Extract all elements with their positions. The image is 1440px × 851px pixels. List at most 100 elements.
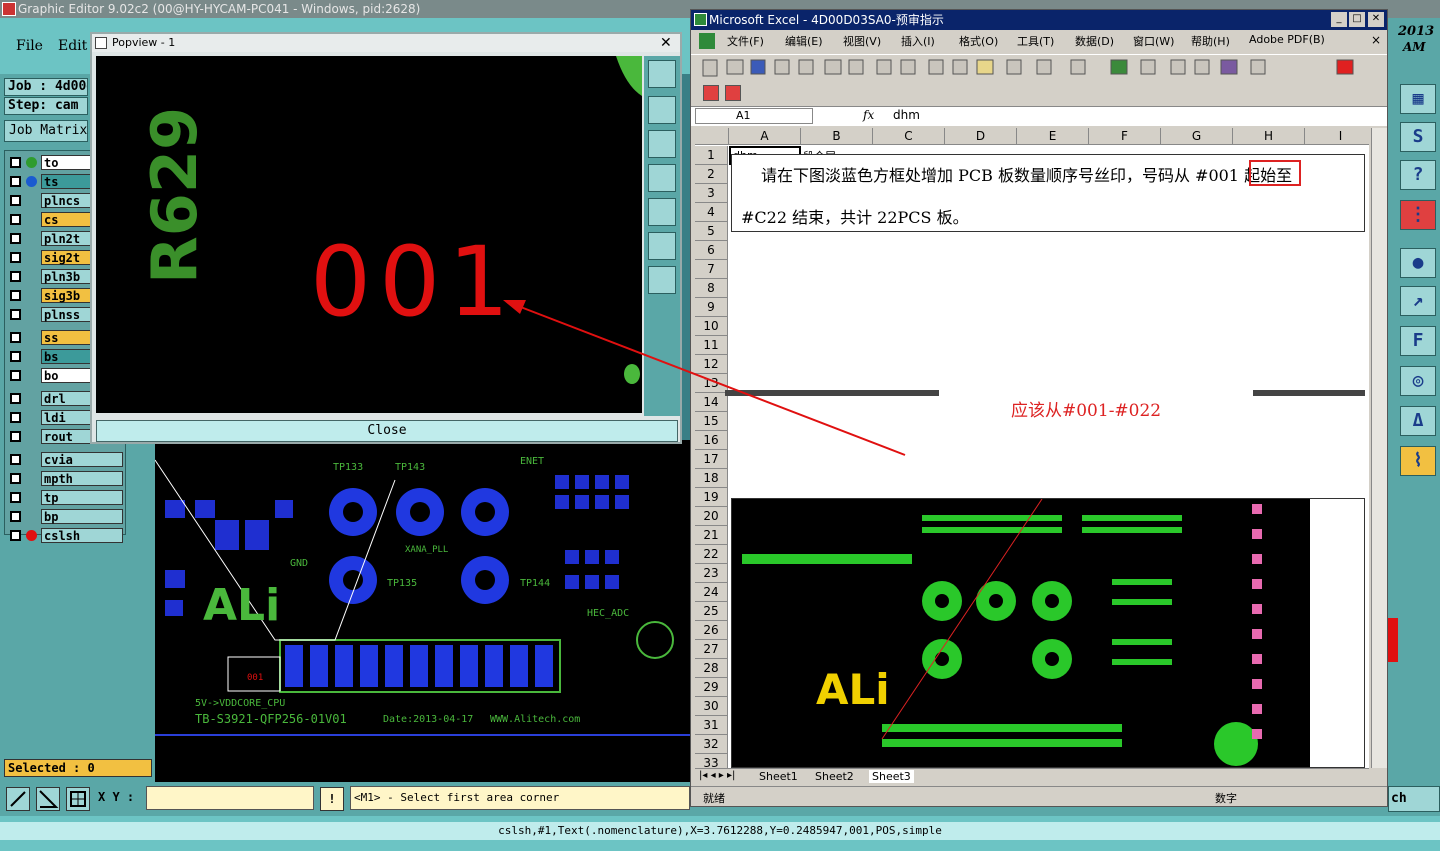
menu-edit[interactable]: Edit <box>58 38 87 54</box>
minimize-icon[interactable]: _ <box>1331 12 1347 27</box>
row-header[interactable]: 11 <box>695 336 728 355</box>
layer-checkbox[interactable] <box>10 195 21 206</box>
popview-fit-icon[interactable] <box>648 60 676 88</box>
row-header[interactable]: 32 <box>695 735 728 754</box>
measure-tool-button[interactable] <box>36 787 60 811</box>
layer-checkbox[interactable] <box>10 393 21 404</box>
embedded-pcb-image[interactable]: ALi <box>731 498 1365 768</box>
fx-icon[interactable]: fx <box>863 108 874 122</box>
column-header[interactable]: B <box>801 128 873 145</box>
row-header[interactable]: 17 <box>695 450 728 469</box>
tab-sheet2[interactable]: Sheet2 <box>815 770 854 783</box>
menu-tools-cn[interactable]: 工具(T) <box>1017 33 1054 49</box>
row-header[interactable]: 33 <box>695 754 728 768</box>
layer-name[interactable]: cslsh <box>41 528 123 543</box>
move-tool-icon[interactable]: ↗ <box>1400 286 1436 316</box>
row-header[interactable]: 16 <box>695 431 728 450</box>
row-header[interactable]: 7 <box>695 260 728 279</box>
window-tool-icon[interactable]: ▦ <box>1400 84 1436 114</box>
flip-tool-icon[interactable]: F <box>1400 326 1436 356</box>
row-header[interactable]: 10 <box>695 317 728 336</box>
row-header[interactable]: 4 <box>695 203 728 222</box>
route-tool-icon[interactable]: ⌇ <box>1400 446 1436 476</box>
row-header[interactable]: 12 <box>695 355 728 374</box>
popview-up-icon[interactable] <box>648 96 676 124</box>
row-header[interactable]: 1 <box>695 146 728 165</box>
row-header[interactable]: 21 <box>695 526 728 545</box>
column-header[interactable]: C <box>873 128 945 145</box>
grid-tool-button[interactable] <box>66 787 90 811</box>
layer-name[interactable]: bp <box>41 509 123 524</box>
menu-insert-cn[interactable]: 插入(I) <box>901 33 935 49</box>
layer-checkbox[interactable] <box>10 176 21 187</box>
row-header[interactable]: 6 <box>695 241 728 260</box>
row-header[interactable]: 24 <box>695 583 728 602</box>
row-header[interactable]: 8 <box>695 279 728 298</box>
column-header[interactable]: H <box>1233 128 1305 145</box>
menu-data-cn[interactable]: 数据(D) <box>1075 33 1114 49</box>
menu-file[interactable]: File <box>16 38 43 54</box>
popview-close-button[interactable]: Close <box>96 420 678 442</box>
column-header[interactable]: A <box>729 128 801 145</box>
layer-checkbox[interactable] <box>10 233 21 244</box>
row-header[interactable]: 14 <box>695 393 728 412</box>
column-header[interactable]: E <box>1017 128 1089 145</box>
layer-checkbox[interactable] <box>10 431 21 442</box>
row-header[interactable]: 19 <box>695 488 728 507</box>
layer-checkbox[interactable] <box>10 454 21 465</box>
row-header[interactable]: 28 <box>695 659 728 678</box>
layer-name[interactable]: cvia <box>41 452 123 467</box>
column-header[interactable]: I <box>1305 128 1369 145</box>
layer-row[interactable]: bp <box>7 509 125 525</box>
arc-tool-icon[interactable]: Δ <box>1400 406 1436 436</box>
column-header[interactable]: D <box>945 128 1017 145</box>
row-header[interactable]: 9 <box>695 298 728 317</box>
row-header[interactable]: 20 <box>695 507 728 526</box>
layer-name[interactable]: mpth <box>41 471 123 486</box>
layer-checkbox[interactable] <box>10 492 21 503</box>
menu-help-cn[interactable]: 帮助(H) <box>1191 33 1230 49</box>
row-header[interactable]: 29 <box>695 678 728 697</box>
row-header[interactable]: 22 <box>695 545 728 564</box>
row-header[interactable]: 23 <box>695 564 728 583</box>
popview-zoom-in-icon[interactable] <box>648 232 676 260</box>
column-header[interactable]: F <box>1089 128 1161 145</box>
row-header[interactable]: 25 <box>695 602 728 621</box>
popview-left-icon[interactable] <box>648 164 676 192</box>
layer-row[interactable]: tp <box>7 490 125 506</box>
job-matrix-button[interactable]: Job Matrix <box>4 120 88 142</box>
row-header[interactable]: 15 <box>695 412 728 431</box>
popview-close-icon[interactable]: ✕ <box>660 34 672 52</box>
layer-checkbox[interactable] <box>10 370 21 381</box>
select-all-corner[interactable] <box>695 128 729 145</box>
close-icon[interactable]: ✕ <box>1368 12 1384 27</box>
layer-name[interactable]: tp <box>41 490 123 505</box>
layer-row[interactable]: mpth <box>7 471 125 487</box>
row-header[interactable]: 27 <box>695 640 728 659</box>
maximize-icon[interactable]: □ <box>1349 12 1365 27</box>
pdf-mail-icon[interactable] <box>725 85 741 101</box>
row-header[interactable]: 2 <box>695 165 728 184</box>
layer-checkbox[interactable] <box>10 290 21 301</box>
menu-view-cn[interactable]: 视图(V) <box>843 33 881 49</box>
menu-adobe-pdf[interactable]: Adobe PDF(B) <box>1249 33 1325 46</box>
column-header[interactable]: G <box>1161 128 1233 145</box>
vertical-scrollbar[interactable] <box>1371 128 1387 768</box>
tab-nav-icons[interactable]: |◂ ◂ ▸ ▸| <box>699 770 735 781</box>
layer-row[interactable]: cvia <box>7 452 125 468</box>
popview-down-icon[interactable] <box>648 130 676 158</box>
menu-window-cn[interactable]: 窗口(W) <box>1133 33 1174 49</box>
group-tool-icon[interactable]: ◎ <box>1400 366 1436 396</box>
layer-tool-icon[interactable]: ⋮ <box>1400 200 1436 230</box>
layer-checkbox[interactable] <box>10 473 21 484</box>
doc-close-icon[interactable]: × <box>1371 33 1381 47</box>
layer-checkbox[interactable] <box>10 271 21 282</box>
row-header[interactable]: 3 <box>695 184 728 203</box>
popview-right-icon[interactable] <box>648 198 676 226</box>
pdf-icon[interactable] <box>703 85 719 101</box>
zoom-tool-button[interactable] <box>6 787 30 811</box>
layer-checkbox[interactable] <box>10 214 21 225</box>
name-box[interactable]: A1 <box>695 108 813 124</box>
layer-checkbox[interactable] <box>10 252 21 263</box>
snap-tool-icon[interactable]: S <box>1400 122 1436 152</box>
